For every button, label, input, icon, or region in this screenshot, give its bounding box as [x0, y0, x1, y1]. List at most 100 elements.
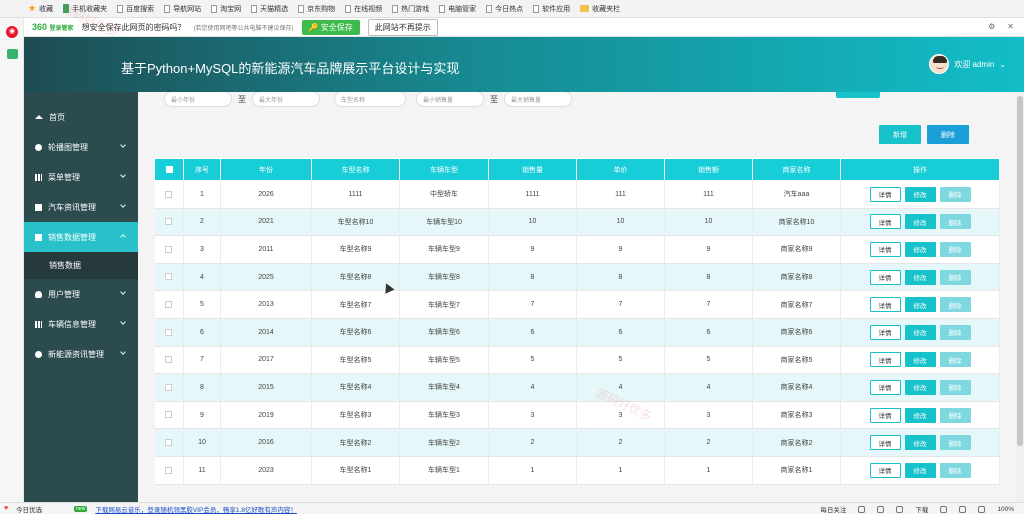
edit-button[interactable]: 修改	[904, 407, 936, 423]
row-checkbox[interactable]	[154, 345, 184, 375]
table-row[interactable]: 3 2011 车型名称9 车辆车型9 9 9 9 商家名称9 详情 修改 删除	[154, 235, 1000, 264]
bookmark-item[interactable]: 淘宝网	[211, 4, 241, 14]
secure-save-button[interactable]: 🔑 安全保存	[301, 19, 360, 35]
table-row[interactable]: 10 2016 车型名称2 车辆车型2 2 2 2 商家名称2 详情 修改 删除	[154, 428, 1000, 457]
detail-button[interactable]: 详情	[869, 435, 901, 451]
edit-button[interactable]: 修改	[904, 352, 936, 368]
model-name-input[interactable]: 车型名称	[334, 92, 406, 107]
bookmark-item[interactable]: 今日热点	[486, 4, 523, 14]
row-checkbox[interactable]	[154, 262, 184, 292]
select-all-checkbox[interactable]	[154, 158, 184, 181]
table-row[interactable]: 5 2013 车型名称7 车辆车型7 7 7 7 商家名称7 详情 修改 删除	[154, 290, 1000, 319]
table-row[interactable]: 11 2023 车型名称1 车辆车型1 1 1 1 商家名称1 详情 修改 删除	[154, 455, 1000, 485]
detail-button[interactable]: 详情	[869, 297, 901, 313]
edit-button[interactable]: 修改	[904, 186, 936, 202]
sidebar-item-ev-news[interactable]: 新能源资讯管理	[24, 339, 138, 369]
delete-button[interactable]: 删除	[939, 297, 971, 313]
row-checkbox[interactable]	[154, 290, 184, 319]
edit-button[interactable]: 修改	[904, 297, 936, 313]
tools-icon[interactable]	[877, 505, 885, 513]
delete-button[interactable]: 删除	[939, 407, 971, 423]
ad-link[interactable]: 下载网易云音乐，登录随机领黑胶VIP会员，畅享1.8亿好歌有声内容！	[95, 504, 297, 514]
row-checkbox[interactable]	[154, 455, 184, 485]
detail-button[interactable]: 详情	[869, 407, 901, 423]
never-prompt-button[interactable]: 此网站不再提示	[367, 18, 438, 36]
max-sales-input[interactable]: 最大销售量	[504, 92, 572, 107]
max-year-input[interactable]: 最大年份	[252, 92, 320, 107]
edit-button[interactable]: 修改	[904, 269, 936, 285]
bookmark-item[interactable]: 收藏夹栏	[580, 4, 620, 14]
bookmark-item[interactable]: 导航网站	[164, 4, 201, 14]
delete-button[interactable]: 删除	[939, 435, 971, 451]
bookmark-item[interactable]: 天猫精选	[251, 4, 288, 14]
detail-button[interactable]: 详情	[869, 241, 901, 257]
edit-button[interactable]: 修改	[904, 379, 936, 395]
detail-button[interactable]: 详情	[869, 186, 901, 202]
calendar-icon[interactable]	[7, 49, 18, 59]
delete-button[interactable]: 删除	[939, 379, 971, 395]
sidebar-item-menu[interactable]: 菜单管理	[24, 162, 138, 192]
sidebar-item-home[interactable]: 首页	[24, 102, 138, 132]
delete-button[interactable]: 删除	[939, 324, 971, 340]
row-checkbox[interactable]	[154, 400, 184, 430]
edit-button[interactable]: 修改	[904, 214, 936, 230]
daily-follow-label[interactable]: 每日关注	[820, 504, 846, 514]
detail-button[interactable]: 详情	[869, 352, 901, 368]
row-checkbox[interactable]	[154, 235, 184, 264]
bookmark-item[interactable]: 电脑管家	[439, 4, 476, 14]
table-row[interactable]: 7 2017 车型名称5 车辆车型5 5 5 5 商家名称5 详情 修改 删除	[154, 345, 1000, 375]
sidebar-item-car-news[interactable]: 汽车资讯管理	[24, 192, 138, 222]
table-row[interactable]: 1 2026 1111 中型轿车 1111 111 111 汽车aaa 详情 修改 删除	[154, 180, 1000, 209]
min-sales-input[interactable]: 最小销售量	[416, 92, 484, 107]
bookmark-item[interactable]: 京东购物	[298, 4, 335, 14]
detail-button[interactable]: 详情	[869, 214, 901, 230]
row-checkbox[interactable]	[154, 207, 184, 237]
edit-button[interactable]: 修改	[904, 241, 936, 257]
edit-button[interactable]: 修改	[904, 435, 936, 451]
sidebar-item-sales[interactable]: 销售数据管理	[24, 222, 138, 252]
row-checkbox[interactable]	[154, 317, 184, 347]
sidebar-item-carousel[interactable]: 轮播图管理	[24, 132, 138, 162]
edit-button[interactable]: 修改	[904, 324, 936, 340]
bookmark-item[interactable]: 在线视频	[345, 4, 382, 14]
min-year-input[interactable]: 最小年份	[164, 92, 232, 107]
detail-button[interactable]: 详情	[869, 269, 901, 285]
zoom-level[interactable]: 100%	[997, 506, 1014, 513]
detail-button[interactable]: 详情	[869, 324, 901, 340]
table-row[interactable]: 6 2014 车型名称6 车辆车型6 6 6 6 商家名称6 详情 修改 删除	[154, 317, 1000, 347]
batch-delete-button[interactable]: 删除	[927, 125, 969, 144]
bookmark-item[interactable]: ★ 收藏	[28, 3, 53, 14]
capture-icon[interactable]	[959, 505, 967, 513]
delete-button[interactable]: 删除	[939, 186, 971, 202]
row-checkbox[interactable]	[154, 428, 184, 457]
sound-icon[interactable]	[978, 505, 986, 513]
sidebar-item-vehicles[interactable]: 车辆信息管理	[24, 309, 138, 339]
edit-button[interactable]: 修改	[904, 462, 936, 478]
bookmark-item[interactable]: 百度搜索	[117, 4, 154, 14]
gear-icon[interactable]: ⚙	[988, 22, 995, 31]
bookmark-item[interactable]: 手机收藏夹	[63, 4, 107, 14]
sidebar-subitem-sales-data[interactable]: 销售数据	[24, 252, 138, 279]
table-row[interactable]: 4 2025 车型名称8 车辆车型8 8 8 8 商家名称8 详情 修改 删除	[154, 262, 1000, 292]
weibo-icon[interactable]: ◉	[6, 26, 18, 38]
user-menu[interactable]: 欢迎 admin ⌄	[929, 54, 1006, 74]
speed-icon[interactable]	[940, 505, 948, 513]
table-row[interactable]: 9 2019 车型名称3 车辆车型3 3 3 3 商家名称3 详情 修改 删除	[154, 400, 1000, 430]
delete-button[interactable]: 删除	[939, 241, 971, 257]
today-picks-label[interactable]: 今日优选	[16, 504, 42, 514]
close-icon[interactable]: ✕	[1007, 22, 1014, 31]
add-button[interactable]: 新增	[879, 125, 921, 144]
scrollbar-thumb[interactable]	[1017, 96, 1023, 446]
delete-button[interactable]: 删除	[939, 269, 971, 285]
detail-button[interactable]: 详情	[869, 379, 901, 395]
bookmark-item[interactable]: 软件应用	[533, 4, 570, 14]
row-checkbox[interactable]	[154, 180, 184, 209]
sidebar-item-users[interactable]: 用户管理	[24, 279, 138, 309]
delete-button[interactable]: 删除	[939, 462, 971, 478]
delete-button[interactable]: 删除	[939, 214, 971, 230]
scrollbar[interactable]	[1016, 92, 1024, 502]
table-row[interactable]: 2 2021 车型名称10 车辆车型10 10 10 10 商家名称10 详情 修改 删除	[154, 207, 1000, 237]
search-button[interactable]	[836, 92, 880, 98]
download-label[interactable]: 下载	[915, 504, 928, 514]
record-icon[interactable]	[896, 505, 904, 513]
